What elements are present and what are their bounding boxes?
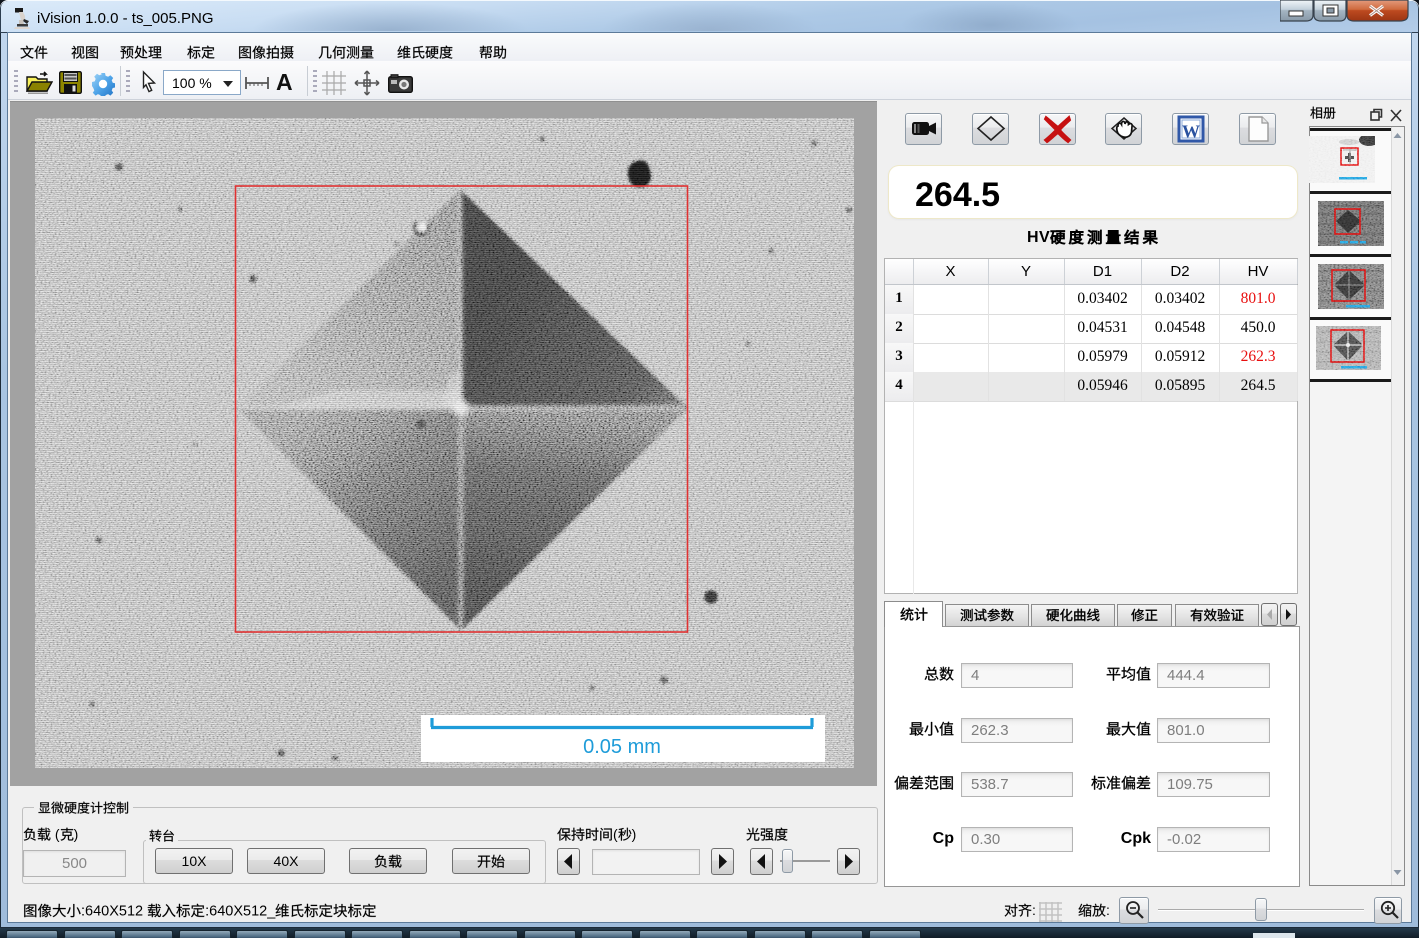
svg-text:W: W bbox=[1182, 122, 1200, 142]
svg-text:0.05 mm: 0.05 mm bbox=[583, 736, 661, 758]
